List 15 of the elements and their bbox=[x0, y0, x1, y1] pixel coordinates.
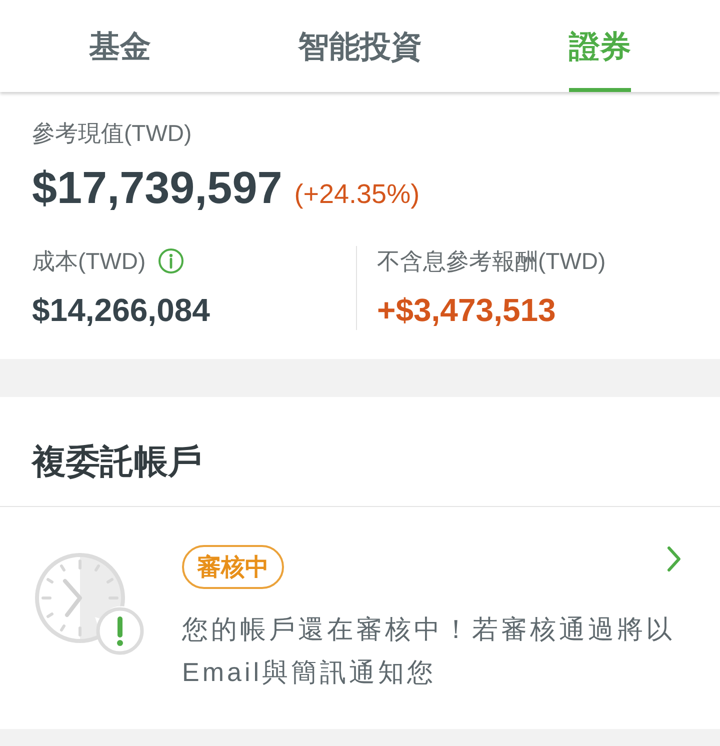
tab[interactable]: 基金 bbox=[89, 0, 151, 92]
section-title: 複委託帳戶 bbox=[32, 442, 203, 483]
cost-label: 成本(TWD) bbox=[32, 247, 146, 276]
info-icon[interactable] bbox=[158, 248, 184, 274]
status-message: 您的帳戶還在審核中！若審核通過將以Email與簡訊通知您 bbox=[182, 613, 676, 689]
current-value-label: 參考現值(TWD) bbox=[32, 119, 192, 148]
chevron-right-icon[interactable] bbox=[666, 545, 682, 573]
clock-alert-icon bbox=[33, 551, 145, 657]
return-value: +$3,473,513 bbox=[377, 291, 556, 330]
cost-value: $14,266,084 bbox=[32, 291, 210, 330]
return-label: 不含息參考報酬(TWD) bbox=[377, 247, 606, 276]
change-percent: (+24.35%) bbox=[294, 179, 420, 210]
status-badge: 審核中 bbox=[182, 545, 284, 589]
tab[interactable]: 智能投資 bbox=[298, 0, 422, 92]
current-value: $17,739,597 bbox=[32, 162, 282, 214]
